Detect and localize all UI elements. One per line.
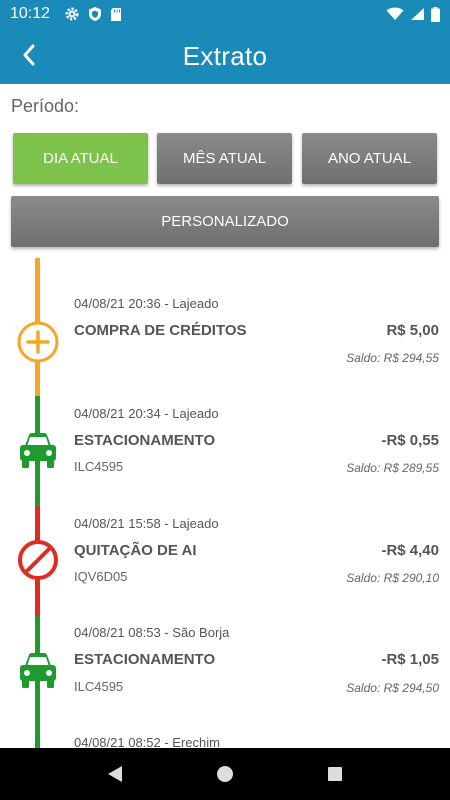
timeline-line <box>35 506 40 534</box>
entry-date: 04/08/21 08:53 - São Borja <box>74 625 230 640</box>
entry-title: QUITAÇÃO DE AI <box>74 542 197 559</box>
entry-plate: ILC4595 <box>74 679 124 694</box>
period-label: Período: <box>11 96 80 116</box>
status-time: 10:12 <box>10 5 51 22</box>
entry-title: ESTACIONAMENTO <box>74 432 216 449</box>
entry-amount: -R$ 0,55 <box>381 432 439 449</box>
car-icon <box>16 648 60 692</box>
recents-square-icon <box>328 767 342 781</box>
entry-date: 04/08/21 20:36 - Lajeado <box>74 296 219 311</box>
gear-icon <box>65 7 79 21</box>
entry-date: 04/08/21 08:52 - Erechim <box>74 735 220 748</box>
prohibited-icon <box>16 538 60 582</box>
nav-recents-button[interactable] <box>320 759 350 789</box>
entry-date: 04/08/21 20:34 - Lajeado <box>74 406 219 421</box>
entry-balance: Saldo: R$ 294,55 <box>346 351 439 365</box>
entry-date: 04/08/21 15:58 - Lajeado <box>74 516 219 531</box>
timeline-line <box>35 478 40 506</box>
entry-plate: IQV6D05 <box>74 569 128 584</box>
entry-amount: R$ 5,00 <box>386 322 439 339</box>
year-filter-button[interactable]: ANO ATUAL <box>302 133 437 184</box>
timeline-line <box>35 588 40 616</box>
shield-icon <box>89 7 102 21</box>
entry-amount: -R$ 1,05 <box>381 651 439 668</box>
home-circle-icon <box>217 766 233 782</box>
entry-balance: Saldo: R$ 289,55 <box>346 461 439 475</box>
car-icon <box>16 428 60 472</box>
entry-balance: Saldo: R$ 290,10 <box>346 571 439 585</box>
timeline-line <box>35 396 40 424</box>
nav-home-button[interactable] <box>210 759 240 789</box>
wifi-icon <box>386 7 404 20</box>
status-bar: 10:12 <box>0 0 450 28</box>
day-filter-button[interactable]: DIA ATUAL <box>13 133 148 184</box>
entry-title: ESTACIONAMENTO <box>74 651 216 668</box>
transaction-list[interactable]: 04/08/21 20:36 - Lajeado COMPRA DE CRÉDI… <box>0 258 450 748</box>
custom-filter-button[interactable]: PERSONALIZADO <box>11 196 439 247</box>
nav-back-button[interactable] <box>100 759 130 789</box>
app-bar: Extrato <box>0 28 450 84</box>
page-title: Extrato <box>182 41 268 71</box>
status-icons-right <box>386 6 440 22</box>
back-triangle-icon <box>108 766 122 782</box>
sd-card-icon <box>111 7 122 21</box>
signal-icon <box>411 8 424 20</box>
plus-circle-icon <box>16 320 60 364</box>
month-filter-button[interactable]: MÊS ATUAL <box>157 133 292 184</box>
status-icons-left <box>64 6 122 22</box>
system-nav-bar <box>0 748 450 800</box>
entry-title: COMPRA DE CRÉDITOS <box>74 322 247 339</box>
battery-icon <box>431 6 440 22</box>
entry-amount: -R$ 4,40 <box>381 542 439 559</box>
entry-balance: Saldo: R$ 294,50 <box>346 681 439 695</box>
entry-plate: ILC4595 <box>74 459 124 474</box>
